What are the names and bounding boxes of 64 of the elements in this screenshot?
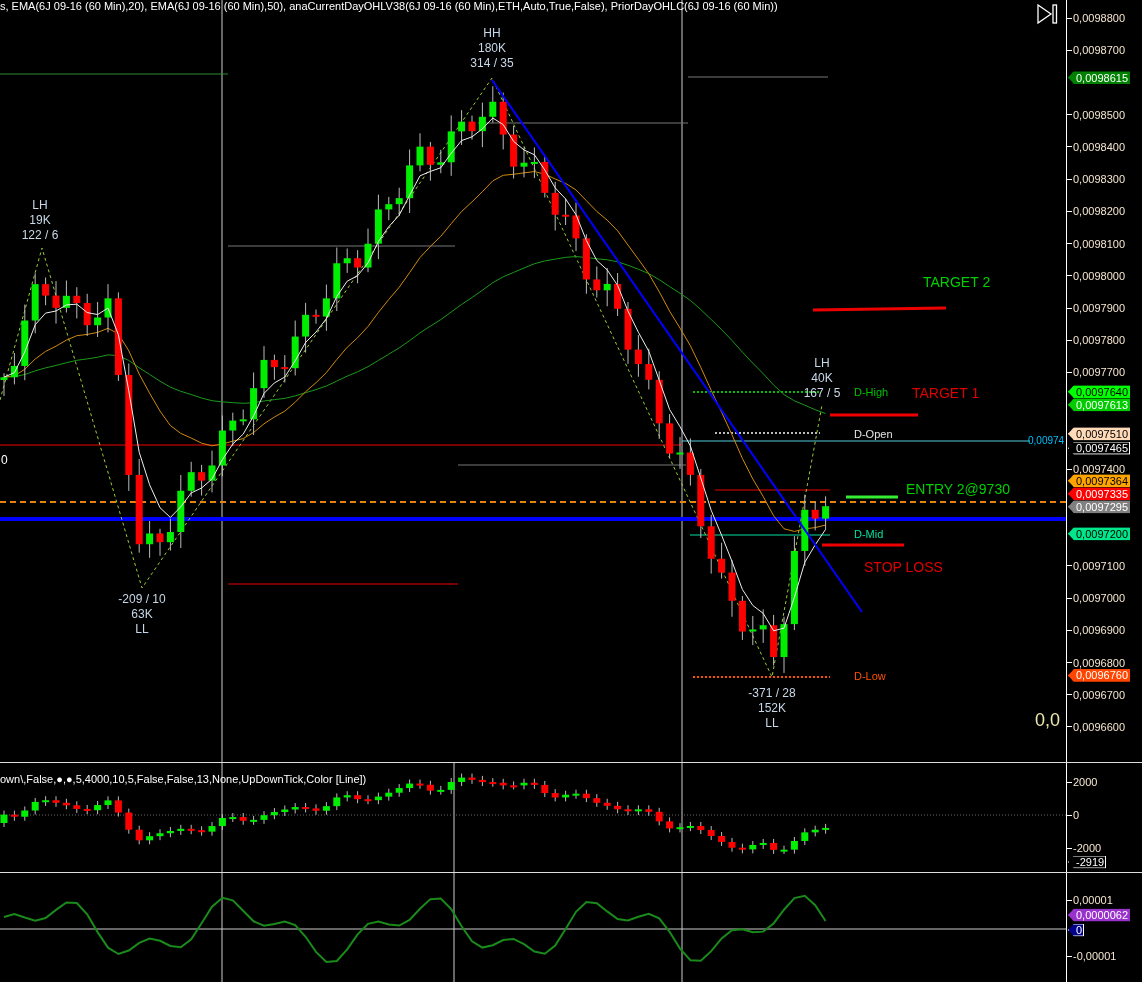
price-tag: 0,0097295	[1068, 500, 1130, 514]
value-tag: -2919	[1068, 855, 1107, 869]
trade-label: TARGET 1	[912, 385, 980, 402]
volume-tick: 0	[1067, 809, 1080, 821]
price-tick: 0,0097800	[1067, 334, 1125, 347]
price-tick: 0,0097700	[1067, 366, 1125, 379]
swing-label: LH	[814, 356, 830, 371]
trade-label: ENTRY 2@9730	[906, 481, 1010, 498]
price-tick: 0,0098100	[1067, 237, 1125, 250]
oscillator-tick: 0,00001	[1067, 894, 1113, 906]
price-tick: 0,0098500	[1067, 108, 1125, 121]
price-tag: 0,0097613	[1068, 398, 1130, 412]
value-readout: 0,0	[1035, 710, 1061, 732]
price-tag: 0,0096760	[1068, 668, 1130, 682]
level-label: D-Low	[854, 670, 886, 684]
level-label: D-Mid	[854, 528, 884, 542]
price-tick: 0,0096700	[1067, 688, 1125, 701]
price-tag: 0	[1068, 923, 1085, 937]
price-tag: 0,0097364	[1068, 474, 1130, 488]
price-tag: 0,0000062	[1068, 908, 1130, 922]
swing-label: -371 / 28	[748, 686, 796, 701]
price-tick: 0,0096900	[1067, 624, 1125, 637]
swing-label: LL	[135, 622, 149, 637]
trade-label: STOP LOSS	[864, 559, 943, 576]
swing-label: LH	[32, 198, 48, 213]
price-tick: 0,0097100	[1067, 559, 1125, 572]
level-label: D-Open	[854, 428, 893, 442]
swing-label: 19K	[29, 213, 51, 228]
level-label: D-High	[854, 386, 889, 400]
swing-label: 152K	[758, 701, 786, 716]
swing-label: 40K	[811, 371, 833, 386]
swing-label: -209 / 10	[118, 592, 166, 607]
price-tag: 0,0098615	[1068, 71, 1130, 85]
value-readout: 0,00974	[1028, 435, 1065, 447]
indicator-title: own\,False,●,●,5,4000,10,5,False,False,13,None,UpDownTick,Color [Line])	[0, 773, 367, 785]
value-readout: 0	[1, 453, 8, 468]
price-tick: 0,0098800	[1067, 12, 1125, 24]
price-tick: 0,0098200	[1067, 205, 1125, 218]
price-tick: 0,0096600	[1067, 721, 1125, 733]
volume-tick: -2000	[1067, 842, 1102, 854]
swing-label: 63K	[131, 607, 153, 622]
price-tick: 0,0098400	[1067, 140, 1125, 153]
price-tick: 0,0097900	[1067, 302, 1125, 315]
swing-label: LL	[765, 716, 779, 731]
volume-tick: 2000	[1067, 776, 1098, 788]
price-tick: 0,0098300	[1067, 173, 1125, 186]
price-tick: 0,0096800	[1067, 656, 1125, 669]
price-tag: 0,0097510	[1068, 427, 1130, 441]
swing-label: 180K	[478, 41, 506, 56]
price-tick: 0,0097400	[1067, 463, 1125, 476]
indicator-list: s, EMA(6J 09-16 (60 Min),20), EMA(6J 09-16 (60 Min),50), anaCurrentDayOHLV38(6J 09-16 (60 Min),ETH,Auto,True,False), PriorDayOHLC(6J 09-16 (60 Min))	[0, 0, 778, 12]
price-tag: 0,0097640	[1068, 385, 1130, 399]
price-tick: 0,0097000	[1067, 592, 1125, 605]
swing-label: 122 / 6	[21, 228, 59, 243]
trade-label: TARGET 2	[923, 274, 991, 291]
price-tick: 0,0098000	[1067, 269, 1125, 282]
swing-label: HH	[483, 26, 501, 41]
price-tag: 0,0097465	[1068, 441, 1130, 455]
swing-label: 167 / 5	[803, 386, 841, 401]
oscillator-tick: -0,00001	[1067, 950, 1117, 962]
swing-label: 314 / 35	[470, 56, 514, 71]
price-tag: 0,0097335	[1068, 487, 1130, 501]
price-tick: 0,0098700	[1067, 44, 1125, 57]
price-tag: 0,0097200	[1068, 527, 1130, 541]
